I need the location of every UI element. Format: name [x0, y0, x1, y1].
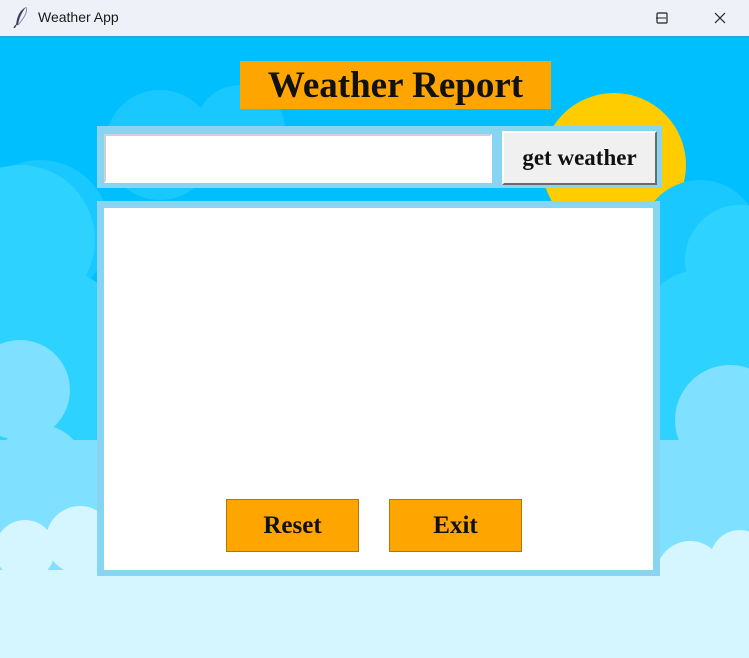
sky-background: Weather Report get weather Reset Exit — [0, 38, 749, 658]
page-title: Weather Report — [240, 61, 551, 109]
exit-button[interactable]: Exit — [389, 499, 522, 552]
maximize-button-glyph[interactable] — [633, 0, 691, 36]
title-bar[interactable]: Weather App — [0, 0, 749, 36]
close-icon — [714, 12, 726, 24]
reset-button[interactable]: Reset — [226, 499, 359, 552]
feather-icon — [13, 6, 27, 28]
close-button[interactable] — [691, 0, 749, 36]
weather-result-panel — [104, 208, 653, 570]
city-input[interactable] — [104, 134, 492, 183]
get-weather-button[interactable]: get weather — [502, 131, 657, 185]
window-title: Weather App — [38, 9, 119, 25]
maximize-icon — [656, 12, 668, 24]
